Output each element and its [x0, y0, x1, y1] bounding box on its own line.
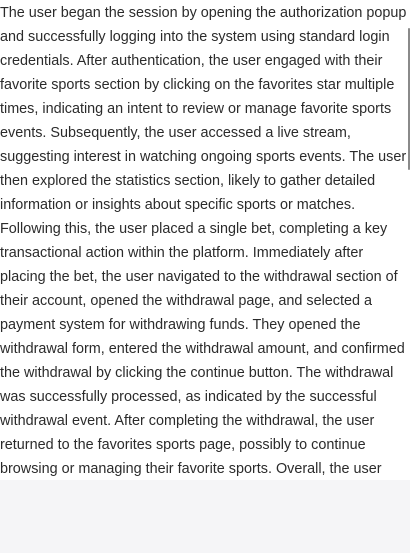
summary-paragraph: The user began the session by opening th… — [0, 5, 407, 477]
footer-area — [0, 480, 410, 553]
page: The user began the session by opening th… — [0, 0, 410, 553]
summary-panel[interactable]: The user began the session by opening th… — [0, 0, 408, 480]
